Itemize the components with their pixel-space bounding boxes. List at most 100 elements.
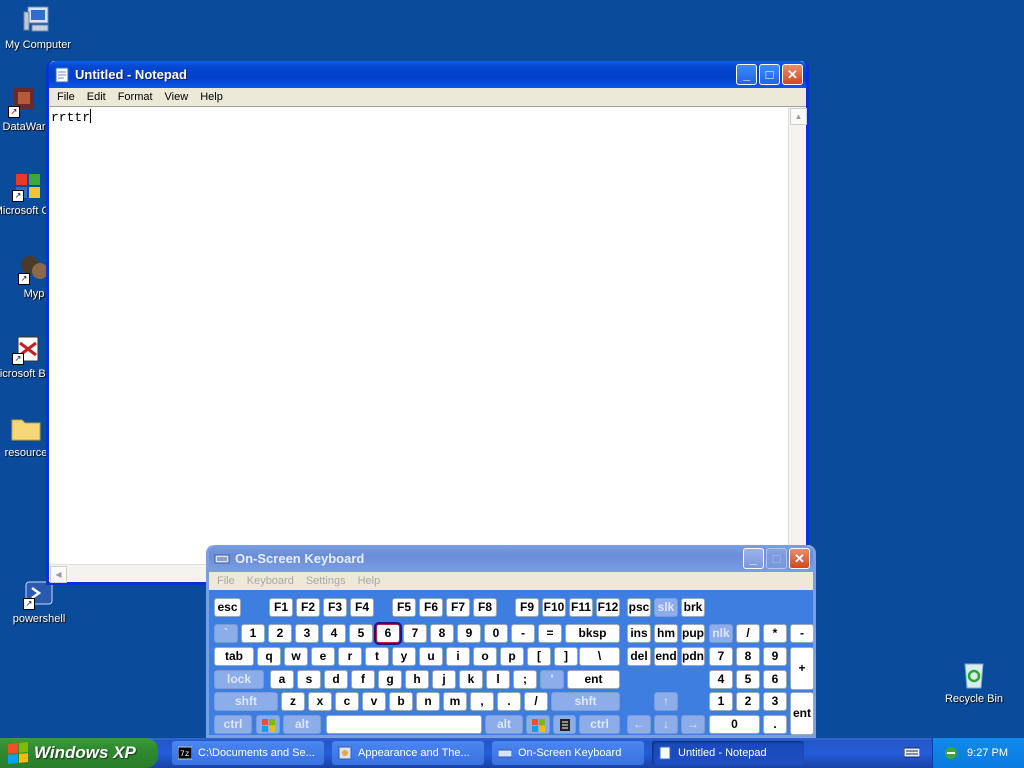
desktop-icon-my-computer[interactable]: My Computer	[0, 4, 76, 52]
menu-settings[interactable]: Settings	[300, 575, 352, 587]
menu-help[interactable]: Help	[352, 575, 387, 587]
key-9-row2-9[interactable]: 9	[457, 624, 481, 643]
key-6-row4-15[interactable]: 6	[763, 670, 787, 689]
key--row2-11[interactable]: -	[511, 624, 535, 643]
key-bksp-row2-13[interactable]: bksp	[565, 624, 620, 643]
key-F3-row1-3[interactable]: F3	[323, 598, 347, 617]
arrow-up-icon[interactable]: ↑	[654, 692, 678, 711]
task-explorer[interactable]: 7z C:\Documents and Se...	[172, 741, 324, 765]
menu-keyboard[interactable]: Keyboard	[241, 575, 300, 587]
osk-titlebar[interactable]: On-Screen Keyboard _ □ ✕	[209, 545, 813, 572]
key-r-row3-4[interactable]: r	[338, 647, 362, 666]
key-F10-row1-10[interactable]: F10	[542, 598, 566, 617]
key-y-row3-6[interactable]: y	[392, 647, 416, 666]
key--row3-13[interactable]: \	[579, 647, 620, 666]
task-osk[interactable]: On-Screen Keyboard	[492, 741, 644, 765]
key-9-row3-19[interactable]: 9	[763, 647, 787, 666]
key-l-row4-9[interactable]: l	[486, 670, 510, 689]
key--row3-12[interactable]: ]	[554, 647, 578, 666]
key-tab-row3-0[interactable]: tab	[214, 647, 254, 666]
key-3-row5-14[interactable]: 3	[763, 692, 787, 711]
key-0-row6-4[interactable]: 0	[709, 715, 760, 734]
key-pup-row2-16[interactable]: pup	[681, 624, 705, 643]
key-u-row3-7[interactable]: u	[419, 647, 443, 666]
menu-file[interactable]: File	[51, 91, 81, 103]
key-8-row2-8[interactable]: 8	[430, 624, 454, 643]
menu-view[interactable]: View	[159, 91, 195, 103]
windows-key-right-icon[interactable]	[526, 715, 550, 734]
key-c-row5-3[interactable]: c	[335, 692, 359, 711]
language-bar-keyboard-icon[interactable]	[903, 746, 921, 758]
key--row2-19[interactable]: *	[763, 624, 787, 643]
key-o-row3-9[interactable]: o	[473, 647, 497, 666]
spacebar-key[interactable]	[326, 715, 482, 734]
arrow-down-icon[interactable]: ↓	[654, 715, 678, 734]
key-3-row2-3[interactable]: 3	[295, 624, 319, 643]
minimize-button[interactable]: _	[743, 548, 764, 569]
key-hm-row2-15[interactable]: hm	[654, 624, 678, 643]
key-F1-row1-1[interactable]: F1	[269, 598, 293, 617]
menu-file[interactable]: File	[211, 575, 241, 587]
key-g-row4-5[interactable]: g	[378, 670, 402, 689]
key-h-row4-6[interactable]: h	[405, 670, 429, 689]
key-shft-row5-0[interactable]: shft	[214, 692, 278, 711]
vertical-scrollbar[interactable]: ▲	[788, 107, 807, 565]
key-alt-row6-2[interactable]: alt	[485, 715, 523, 734]
menu-format[interactable]: Format	[112, 91, 159, 103]
key-6-row2-6[interactable]: 6	[374, 622, 402, 645]
minimize-button[interactable]: _	[736, 64, 757, 85]
key--row3-11[interactable]: [	[527, 647, 551, 666]
key-x-row5-2[interactable]: x	[308, 692, 332, 711]
key--row3-20[interactable]: +	[790, 647, 814, 690]
key-t-row3-5[interactable]: t	[365, 647, 389, 666]
key-F12-row1-12[interactable]: F12	[596, 598, 620, 617]
key-lock-row4-0[interactable]: lock	[214, 670, 264, 689]
close-button[interactable]: ✕	[782, 64, 803, 85]
scroll-left-icon[interactable]: ◀	[50, 566, 67, 583]
key-ent-row4-12[interactable]: ent	[567, 670, 620, 689]
key-1-row2-1[interactable]: 1	[241, 624, 265, 643]
key-F6-row1-6[interactable]: F6	[419, 598, 443, 617]
key-s-row4-2[interactable]: s	[297, 670, 321, 689]
key-m-row5-7[interactable]: m	[443, 692, 467, 711]
key-brk-row1-15[interactable]: brk	[681, 598, 705, 617]
key-p-row3-10[interactable]: p	[500, 647, 524, 666]
key-slk-row1-14[interactable]: slk	[654, 598, 678, 617]
key-w-row3-2[interactable]: w	[284, 647, 308, 666]
key-ins-row2-14[interactable]: ins	[627, 624, 651, 643]
key-F4-row1-4[interactable]: F4	[350, 598, 374, 617]
scroll-up-icon[interactable]: ▲	[790, 108, 807, 125]
key--row5-9[interactable]: .	[497, 692, 521, 711]
key--row2-12[interactable]: =	[538, 624, 562, 643]
menu-edit[interactable]: Edit	[81, 91, 112, 103]
key-F8-row1-8[interactable]: F8	[473, 598, 497, 617]
key-5-row2-5[interactable]: 5	[349, 624, 373, 643]
key-2-row5-13[interactable]: 2	[736, 692, 760, 711]
key-e-row3-3[interactable]: e	[311, 647, 335, 666]
key-n-row5-6[interactable]: n	[416, 692, 440, 711]
key-F2-row1-2[interactable]: F2	[296, 598, 320, 617]
start-button[interactable]: Windows XP	[0, 738, 158, 768]
network-icon[interactable]	[943, 745, 959, 761]
notepad-text-area[interactable]: rrttr ▲ ◀	[49, 106, 807, 583]
key-7-row2-7[interactable]: 7	[403, 624, 427, 643]
menu-help[interactable]: Help	[194, 91, 229, 103]
desktop-icon-powershell[interactable]: ↗ powershell	[1, 578, 77, 626]
key-5-row4-14[interactable]: 5	[736, 670, 760, 689]
clock[interactable]: 9:27 PM	[967, 747, 1008, 759]
key-del-row3-14[interactable]: del	[627, 647, 651, 666]
key--row2-20[interactable]: -	[790, 624, 814, 643]
key-7-row3-17[interactable]: 7	[709, 647, 733, 666]
key-i-row3-8[interactable]: i	[446, 647, 470, 666]
key-F5-row1-5[interactable]: F5	[392, 598, 416, 617]
key-q-row3-1[interactable]: q	[257, 647, 281, 666]
key-alt-row6-1[interactable]: alt	[283, 715, 321, 734]
key-ent-row5-15[interactable]: ent	[790, 692, 814, 735]
key--row4-10[interactable]: ;	[513, 670, 537, 689]
key-v-row5-4[interactable]: v	[362, 692, 386, 711]
windows-key-left-icon[interactable]	[256, 715, 280, 734]
arrow-right-icon[interactable]: →	[681, 715, 705, 734]
key-nlk-row2-17[interactable]: nlk	[709, 624, 733, 643]
desktop-icon-recycle-bin[interactable]: Recycle Bin	[936, 658, 1012, 706]
notepad-titlebar[interactable]: Untitled - Notepad _ □ ✕	[49, 61, 806, 88]
